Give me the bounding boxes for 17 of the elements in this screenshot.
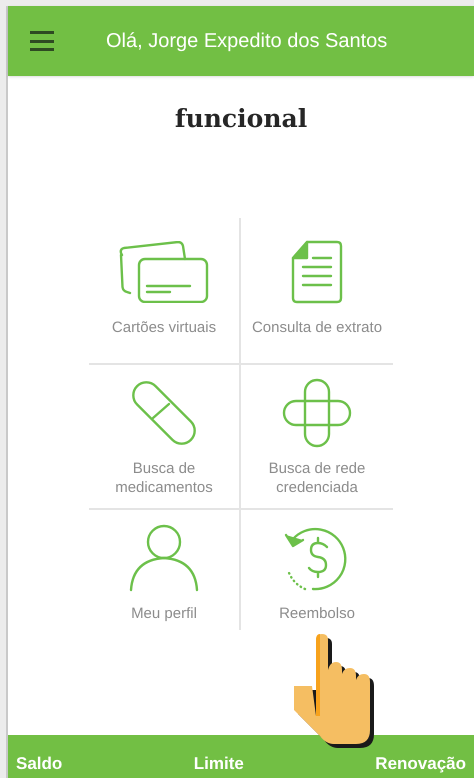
menu-icon[interactable]: [30, 31, 54, 51]
bottom-bar-tab[interactable]: Saldo: [16, 750, 62, 776]
menu-item-label[interactable]: Consulta de extrato: [247, 318, 387, 336]
cross-icon: [282, 378, 352, 448]
greeting-title: Olá, Jorge Expedito dos Santos: [106, 29, 388, 54]
bottom-bar-tab[interactable]: Limite: [194, 750, 244, 776]
brand-logo: funcional: [174, 103, 308, 135]
menu-item-label[interactable]: Busca de rede credenciada: [247, 458, 387, 496]
cards-icon: [118, 240, 210, 302]
bottom-bar-tab[interactable]: Renovação: [375, 750, 466, 776]
menu-item-label[interactable]: Busca de medicamentos: [94, 458, 234, 496]
pill-icon: [131, 380, 197, 444]
person-icon: [128, 524, 200, 592]
menu-item-label[interactable]: Cartões virtuais: [94, 318, 234, 336]
menu-item-label[interactable]: Meu perfil: [94, 604, 234, 622]
menu-item-label[interactable]: Reembolso: [247, 604, 387, 622]
document-icon: [291, 240, 343, 304]
